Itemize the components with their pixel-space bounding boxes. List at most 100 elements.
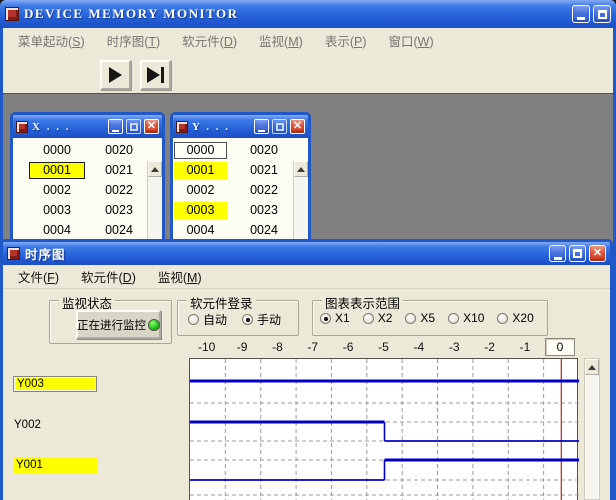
- close-icon: ✕: [293, 121, 302, 132]
- scroll-up-button[interactable]: [585, 359, 599, 375]
- table-row: 0004 0024: [13, 221, 147, 240]
- device-cell[interactable]: 0021: [91, 162, 147, 179]
- main-menubar: 菜单起动(S) 时序图(T) 软元件(D) 监视(M) 表示(P) 窗口(W): [3, 28, 613, 52]
- menu-item-window[interactable]: 窗口(W): [378, 28, 445, 53]
- app-icon: [7, 247, 20, 260]
- signal-label-y001[interactable]: Y001: [13, 457, 97, 474]
- monitor-status-group: 监视状态 正在进行监控: [49, 300, 172, 344]
- play-icon: [109, 67, 122, 83]
- device-cell[interactable]: 0020: [239, 142, 289, 159]
- x-device-window: X . . . ✕ 000000200001002100020022000300…: [10, 112, 165, 240]
- device-cell[interactable]: 0022: [91, 182, 147, 199]
- close-button[interactable]: ✕: [144, 119, 159, 134]
- close-icon: ✕: [147, 121, 156, 132]
- axis-tick-label: -7: [307, 340, 318, 354]
- maximize-button[interactable]: [126, 119, 141, 134]
- minimize-button[interactable]: [572, 5, 590, 23]
- menu-item-timing-chart[interactable]: 时序图(T): [96, 28, 171, 53]
- menu-item-monitor[interactable]: 监视(M): [147, 264, 213, 289]
- monitoring-status-button[interactable]: 正在进行监控: [76, 310, 161, 339]
- x-device-table: 0000 0020 0001 0021 0002 0022 0003 0023 0004 0024: [13, 141, 147, 240]
- maximize-icon: [130, 123, 138, 131]
- axis-tick-label: -8: [272, 340, 283, 354]
- x-window-title: X . . .: [32, 121, 70, 133]
- chart-range-group: 图表表示范围 X1 X2 X5 X10: [312, 300, 548, 336]
- maximize-icon: [598, 10, 607, 19]
- radio-x5[interactable]: X5: [405, 311, 435, 325]
- minimize-button[interactable]: [108, 119, 123, 134]
- device-cell[interactable]: 0004: [174, 222, 227, 239]
- device-cell[interactable]: 0022: [239, 182, 289, 199]
- axis-tick-label: -10: [198, 340, 215, 354]
- device-cell[interactable]: 0003: [29, 202, 85, 219]
- menu-item-monitor[interactable]: 监视(M): [248, 28, 314, 53]
- table-row: 0001 0021: [13, 161, 147, 181]
- y-window-scrollbar[interactable]: [293, 161, 308, 240]
- radio-x10[interactable]: X10: [448, 311, 484, 325]
- device-cell[interactable]: 0002: [174, 182, 227, 199]
- run-button[interactable]: [100, 60, 131, 90]
- device-cell[interactable]: 0021: [239, 162, 289, 179]
- maximize-button[interactable]: [569, 245, 586, 262]
- device-cell[interactable]: 0001: [174, 162, 227, 179]
- x-window-scrollbar[interactable]: [147, 161, 162, 240]
- radio-auto[interactable]: 自动: [188, 311, 227, 328]
- maximize-button[interactable]: [593, 5, 611, 23]
- menu-item-device[interactable]: 软元件(D): [70, 264, 147, 289]
- device-cell[interactable]: 0020: [91, 142, 147, 159]
- menu-item-display[interactable]: 表示(P): [314, 28, 378, 53]
- axis-tick-label: -1: [520, 340, 531, 354]
- step-button[interactable]: [140, 60, 171, 90]
- minimize-button[interactable]: [254, 119, 269, 134]
- device-cell[interactable]: 0002: [29, 182, 85, 199]
- radio-icon: [242, 314, 253, 325]
- scroll-up-button[interactable]: [294, 161, 308, 177]
- y-device-window: Y . . . ✕ 000000200001002100020022000300…: [170, 112, 311, 240]
- y-window-titlebar: Y . . . ✕: [173, 115, 308, 138]
- device-cell[interactable]: 0000: [174, 142, 227, 159]
- device-cell[interactable]: 0003: [174, 202, 227, 219]
- maximize-button[interactable]: [272, 119, 287, 134]
- monitoring-status-label: 正在进行监控: [77, 317, 146, 333]
- scroll-up-button[interactable]: [148, 161, 162, 177]
- radio-icon: [363, 313, 374, 324]
- y-window-client: 0000 0020 0001 0021 0002 0022 0003 0023 0004 0024: [173, 138, 308, 240]
- axis-tick-label: -2: [484, 340, 495, 354]
- timing-window-titlebar: 时序图 ✕: [3, 242, 610, 265]
- table-row: 0000 0020: [173, 141, 293, 161]
- device-cell[interactable]: 0024: [91, 222, 147, 239]
- minimize-button[interactable]: [549, 245, 566, 262]
- radio-manual[interactable]: 手动: [242, 311, 281, 328]
- menu-item-start[interactable]: 菜单起动(S): [7, 28, 96, 53]
- radio-x2[interactable]: X2: [363, 311, 393, 325]
- chart-scrollbar[interactable]: [584, 358, 600, 500]
- device-cell[interactable]: 0023: [239, 202, 289, 219]
- maximize-icon: [573, 249, 582, 258]
- y-window-title: Y . . .: [192, 121, 230, 133]
- radio-icon: [188, 314, 199, 325]
- cursor-time-field[interactable]: 0: [545, 338, 575, 356]
- device-cell[interactable]: 0004: [29, 222, 85, 239]
- menu-item-file[interactable]: 文件(F): [7, 264, 70, 289]
- close-button[interactable]: ✕: [589, 245, 606, 262]
- scroll-up-icon: [297, 167, 305, 172]
- radio-icon: [448, 313, 459, 324]
- signal-label-y003[interactable]: Y003: [13, 376, 97, 392]
- device-cell[interactable]: 0000: [29, 142, 85, 159]
- signal-label-y002[interactable]: Y002: [14, 419, 41, 431]
- device-cell[interactable]: 0023: [91, 202, 147, 219]
- radio-x20[interactable]: X20: [497, 311, 533, 325]
- menu-item-device[interactable]: 软元件(D): [171, 28, 248, 53]
- x-window-titlebar: X . . . ✕: [13, 115, 162, 138]
- device-cell[interactable]: 0024: [239, 222, 289, 239]
- axis-tick-label: -5: [378, 340, 389, 354]
- y-device-table: 0000 0020 0001 0021 0002 0022 0003 0023 0004 0024: [173, 141, 293, 240]
- close-button[interactable]: ✕: [290, 119, 305, 134]
- device-cell[interactable]: 0001: [29, 162, 85, 179]
- radio-x1[interactable]: X1: [320, 311, 350, 325]
- main-window-titlebar: DEVICE MEMORY MONITOR: [0, 0, 616, 28]
- app-icon: [16, 121, 28, 133]
- app-icon: [5, 7, 19, 21]
- table-row: 0002 0022: [13, 181, 147, 201]
- timing-chart-svg: [190, 359, 579, 500]
